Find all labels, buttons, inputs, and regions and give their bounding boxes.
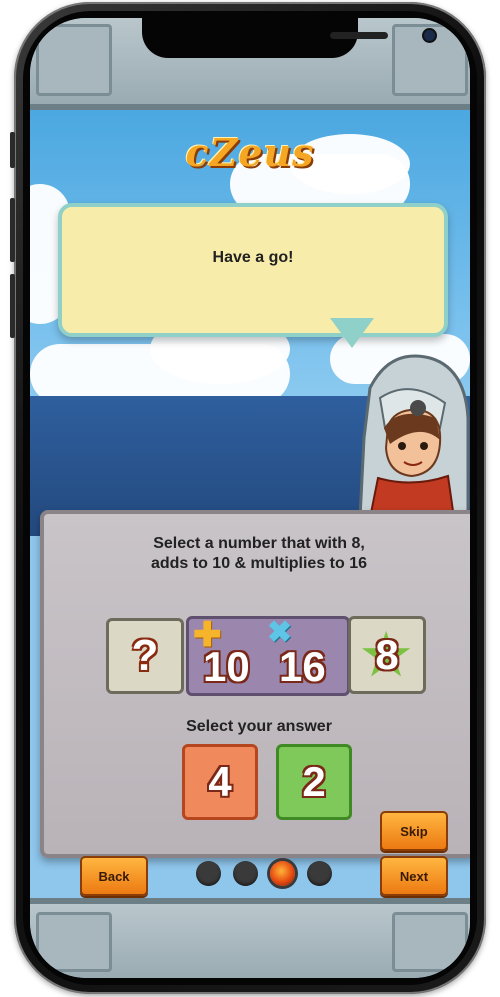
character-illustration [358,354,470,518]
page-dot[interactable] [307,861,332,886]
speech-bubble: Have a go! [58,203,448,337]
speech-text: Have a go! [212,249,294,266]
question-line-2: adds to 10 & multiplies to 16 [150,555,368,572]
stone-block [36,912,112,972]
back-button[interactable]: Back [80,856,148,896]
stone-block [392,912,468,972]
answer-option[interactable]: 2 [276,744,352,820]
mute-switch [10,132,15,168]
skip-button[interactable]: Skip [380,811,448,851]
stone-bottom-frame [30,898,470,978]
volume-down-button [10,274,15,338]
question-text: Select a number that with 8, adds to 10 … [44,534,470,574]
game-screen: cZeus Have a go! Select a number that wi… [30,18,470,978]
answer-option[interactable]: 4 [182,744,258,820]
known-number-tile: ★ 8 [348,616,426,694]
next-button[interactable]: Next [380,856,448,896]
product-value: 16 [279,643,326,690]
page-indicator [196,861,332,886]
clue-tile: ✚ ✖ 10 16 [186,616,350,696]
notch [142,18,435,58]
stone-top-frame [30,18,470,110]
known-value: 8 [375,631,399,678]
page-dot[interactable] [233,861,258,886]
question-line-1: Select a number that with 8, [153,535,365,552]
speech-bubble-tail [330,318,374,348]
speaker [330,32,388,39]
camera [424,30,435,41]
unknown-number-tile: ? [106,618,184,694]
stone-block [36,24,112,96]
czeus-logo: cZeus [185,129,315,175]
page-dot-active[interactable] [270,861,295,886]
page-dot[interactable] [196,861,221,886]
volume-up-button [10,198,15,262]
answer-prompt: Select your answer [186,718,332,735]
puzzle-panel: Select a number that with 8, adds to 10 … [40,510,470,858]
sum-value: 10 [203,643,250,690]
